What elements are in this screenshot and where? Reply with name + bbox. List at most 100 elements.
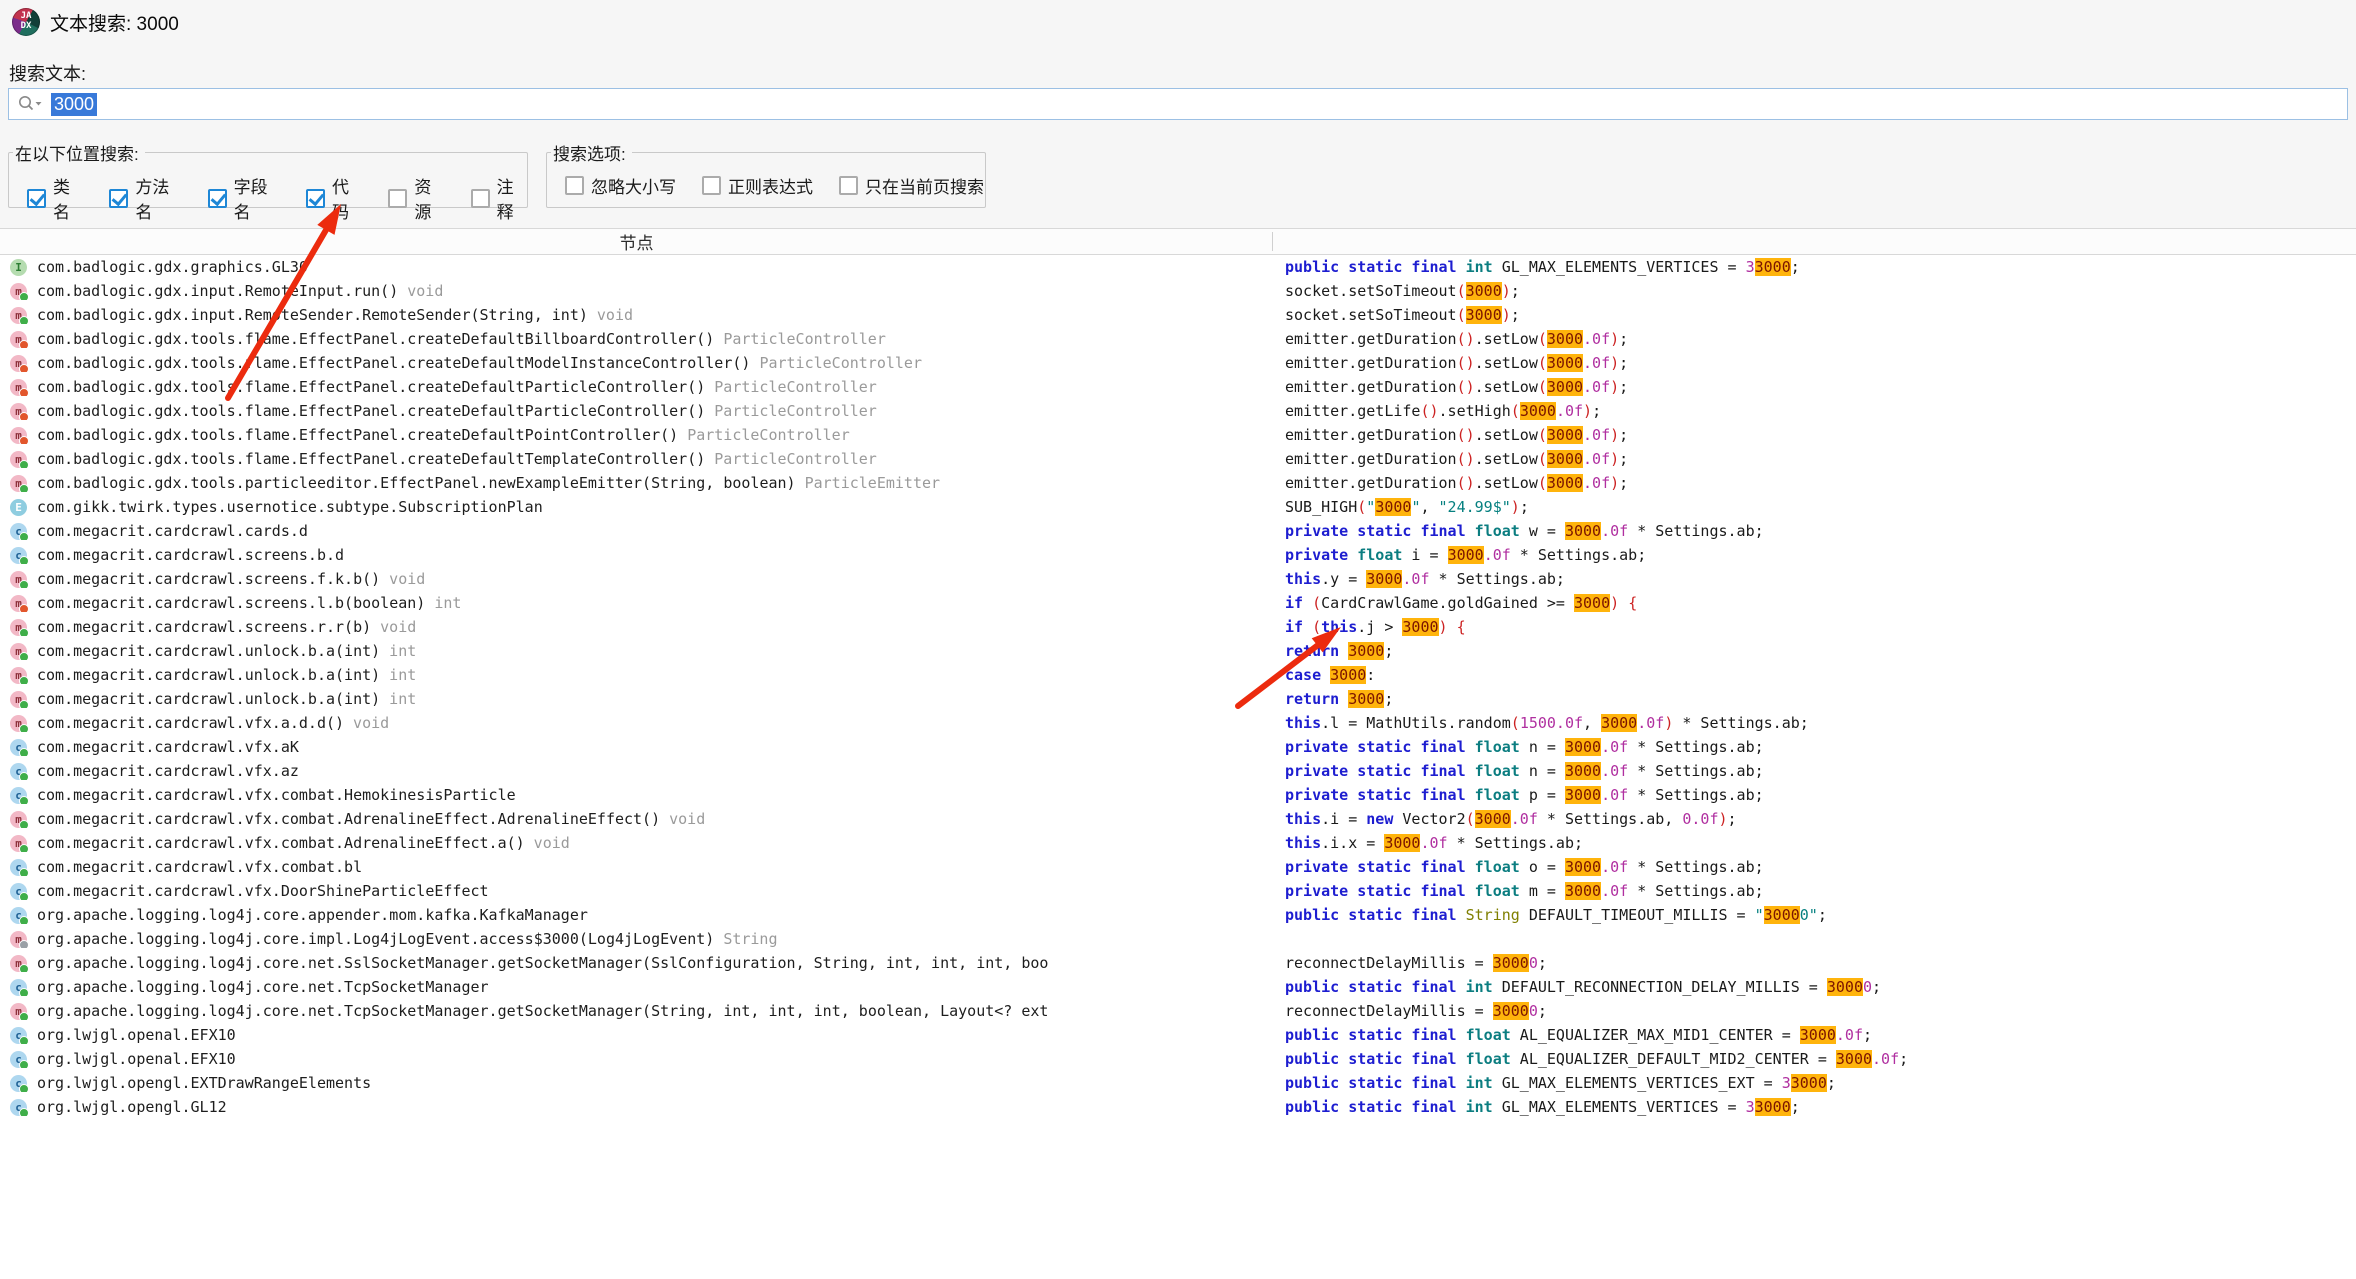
table-row[interactable]: mcom.megacrit.cardcrawl.vfx.combat.Adren… bbox=[0, 831, 2356, 855]
node-cell: corg.lwjgl.openal.EFX10 bbox=[0, 1026, 1273, 1044]
table-row[interactable]: mcom.badlogic.gdx.input.RemoteSender.Rem… bbox=[0, 303, 2356, 327]
visibility-dot-red bbox=[19, 340, 29, 349]
table-row[interactable]: ccom.megacrit.cardcrawl.screens.b.dpriva… bbox=[0, 543, 2356, 567]
table-row[interactable]: ccom.megacrit.cardcrawl.vfx.azprivate st… bbox=[0, 759, 2356, 783]
search-scope-group-title: 在以下位置搜索: bbox=[13, 140, 145, 165]
checkbox-label: 字段名 bbox=[234, 173, 280, 223]
search-dropdown-icon[interactable] bbox=[17, 95, 43, 113]
node-cell: mcom.megacrit.cardcrawl.unlock.b.a(int)i… bbox=[0, 690, 1273, 708]
node-cell: m com.badlogic.gdx.tools.flame.EffectPane… bbox=[0, 426, 1273, 444]
table-row[interactable]: mcom.megacrit.cardcrawl.unlock.b.a(int)i… bbox=[0, 687, 2356, 711]
node-return-type: int bbox=[389, 690, 416, 708]
table-row[interactable]: mcom.badlogic.gdx.tools.flame.EffectPane… bbox=[0, 375, 2356, 399]
table-row[interactable]: mcom.megacrit.cardcrawl.unlock.b.a(int)i… bbox=[0, 663, 2356, 687]
table-row[interactable]: corg.apache.logging.log4j.core.appender.… bbox=[0, 903, 2356, 927]
table-row[interactable]: mcom.badlogic.gdx.tools.flame.EffectPane… bbox=[0, 447, 2356, 471]
method-icon: m bbox=[10, 307, 27, 324]
table-row[interactable]: mcom.megacrit.cardcrawl.unlock.b.a(int)i… bbox=[0, 639, 2356, 663]
code-cell: emitter.getDuration().setLow(3000.0f); bbox=[1285, 450, 2356, 468]
visibility-dot-green bbox=[19, 796, 29, 805]
search-text-label: 搜索文本: bbox=[9, 60, 86, 86]
table-row[interactable]: mcom.badlogic.gdx.tools.particleeditor.E… bbox=[0, 471, 2356, 495]
checkbox-checked[interactable] bbox=[208, 189, 227, 208]
table-row[interactable]: corg.lwjgl.opengl.GL12public static fina… bbox=[0, 1095, 2356, 1119]
node-cell: mcom.badlogic.gdx.tools.flame.EffectPane… bbox=[0, 402, 1273, 420]
node-return-type: void bbox=[389, 570, 425, 588]
node-cell: ccom.megacrit.cardcrawl.cards.d bbox=[0, 522, 1273, 540]
class-icon: c bbox=[10, 1051, 27, 1068]
class-icon: c bbox=[10, 1099, 27, 1116]
table-row[interactable]: ccom.megacrit.cardcrawl.vfx.combat.Hemok… bbox=[0, 783, 2356, 807]
jadx-logo-icon: JA DX bbox=[12, 8, 40, 36]
visibility-dot-green bbox=[19, 316, 29, 325]
code-cell: emitter.getDuration().setLow(3000.0f); bbox=[1285, 426, 2356, 444]
table-row[interactable]: corg.apache.logging.log4j.core.net.TcpSo… bbox=[0, 975, 2356, 999]
method-icon: m bbox=[10, 667, 27, 684]
checkbox-unchecked[interactable] bbox=[565, 176, 584, 195]
checkbox-label: 资源 bbox=[414, 173, 444, 223]
table-row[interactable]: morg.apache.logging.log4j.core.impl.Log4… bbox=[0, 927, 2356, 951]
visibility-dot-red bbox=[19, 388, 29, 397]
node-name: com.badlogic.gdx.tools.flame.EffectPanel… bbox=[37, 426, 678, 444]
table-row[interactable]: m com.badlogic.gdx.tools.flame.EffectPane… bbox=[0, 423, 2356, 447]
checkbox-label: 只在当前页搜索 bbox=[865, 173, 984, 198]
search-options-group: 搜索选项: 忽略大小写正则表达式只在当前页搜索 bbox=[546, 140, 986, 208]
node-cell: corg.lwjgl.opengl.GL12 bbox=[0, 1098, 1273, 1116]
table-row[interactable]: corg.lwjgl.opengl.EXTDrawRangeElementspu… bbox=[0, 1071, 2356, 1095]
node-cell: ccom.megacrit.cardcrawl.vfx.aK bbox=[0, 738, 1273, 756]
table-row[interactable]: Ecom.gikk.twirk.types.usernotice.subtype… bbox=[0, 495, 2356, 519]
checkbox-option: 代码 bbox=[306, 173, 362, 223]
checkbox-label: 类名 bbox=[53, 173, 83, 223]
search-input[interactable]: 3000 bbox=[8, 88, 2348, 120]
checkbox-unchecked[interactable] bbox=[839, 176, 858, 195]
node-name: com.badlogic.gdx.input.RemoteInput.run() bbox=[37, 282, 398, 300]
table-row[interactable]: morg.apache.logging.log4j.core.net.TcpSo… bbox=[0, 999, 2356, 1023]
table-row[interactable]: mcom.badlogic.gdx.tools.flame.EffectPane… bbox=[0, 399, 2356, 423]
table-row[interactable]: mcom.megacrit.cardcrawl.screens.r.r(b)vo… bbox=[0, 615, 2356, 639]
node-name: com.megacrit.cardcrawl.screens.l.b(boole… bbox=[37, 594, 425, 612]
node-name: org.apache.logging.log4j.core.appender.m… bbox=[37, 906, 588, 924]
table-row[interactable]: Icom.badlogic.gdx.graphics.GL30public st… bbox=[0, 255, 2356, 279]
table-row[interactable]: ccom.megacrit.cardcrawl.vfx.aKprivate st… bbox=[0, 735, 2356, 759]
table-row[interactable]: corg.lwjgl.openal.EFX10public static fin… bbox=[0, 1047, 2356, 1071]
checkbox-checked[interactable] bbox=[109, 189, 128, 208]
checkbox-checked[interactable] bbox=[27, 189, 46, 208]
node-name: com.megacrit.cardcrawl.vfx.combat.Adrena… bbox=[37, 834, 525, 852]
search-input-value[interactable]: 3000 bbox=[51, 93, 97, 116]
table-row[interactable]: morg.apache.logging.log4j.core.net.SslSo… bbox=[0, 951, 2356, 975]
table-row[interactable]: ccom.megacrit.cardcrawl.vfx.combat.blpri… bbox=[0, 855, 2356, 879]
node-name: com.megacrit.cardcrawl.vfx.aK bbox=[37, 738, 299, 756]
class-icon: c bbox=[10, 547, 27, 564]
code-cell: this.y = 3000.0f * Settings.ab; bbox=[1285, 570, 2356, 588]
table-row[interactable]: corg.lwjgl.openal.EFX10public static fin… bbox=[0, 1023, 2356, 1047]
node-name: com.megacrit.cardcrawl.vfx.combat.Adrena… bbox=[37, 810, 660, 828]
node-return-type: ParticleController bbox=[723, 330, 886, 348]
table-row[interactable]: mcom.megacrit.cardcrawl.vfx.a.d.d()voidt… bbox=[0, 711, 2356, 735]
table-row[interactable]: ccom.megacrit.cardcrawl.cards.dprivate s… bbox=[0, 519, 2356, 543]
table-row[interactable]: mcom.megacrit.cardcrawl.vfx.combat.Adren… bbox=[0, 807, 2356, 831]
node-cell: mcom.badlogic.gdx.tools.particleeditor.E… bbox=[0, 474, 1273, 492]
method-icon: m bbox=[10, 427, 27, 444]
visibility-dot-green bbox=[19, 820, 29, 829]
checkbox-unchecked[interactable] bbox=[388, 189, 407, 208]
table-row[interactable]: mcom.badlogic.gdx.tools.flame.EffectPane… bbox=[0, 351, 2356, 375]
method-icon: m bbox=[10, 475, 27, 492]
visibility-dot-green bbox=[19, 652, 29, 661]
table-row[interactable]: mcom.badlogic.gdx.tools.flame.EffectPane… bbox=[0, 327, 2356, 351]
node-cell: mcom.badlogic.gdx.tools.flame.EffectPane… bbox=[0, 450, 1273, 468]
window-title: 文本搜索: 3000 bbox=[50, 9, 179, 36]
node-cell: mcom.megacrit.cardcrawl.vfx.combat.Adren… bbox=[0, 834, 1273, 852]
table-row[interactable]: mcom.megacrit.cardcrawl.screens.f.k.b()v… bbox=[0, 567, 2356, 591]
method-icon: m bbox=[10, 331, 27, 348]
checkbox-option: 注释 bbox=[471, 173, 527, 223]
checkbox-checked[interactable] bbox=[306, 189, 325, 208]
table-row[interactable]: mcom.megacrit.cardcrawl.screens.l.b(bool… bbox=[0, 591, 2356, 615]
method-icon: m bbox=[10, 715, 27, 732]
node-return-type: ParticleController bbox=[759, 354, 922, 372]
table-row[interactable]: mcom.badlogic.gdx.input.RemoteInput.run(… bbox=[0, 279, 2356, 303]
checkbox-unchecked[interactable] bbox=[471, 189, 490, 208]
table-row[interactable]: ccom.megacrit.cardcrawl.vfx.DoorShinePar… bbox=[0, 879, 2356, 903]
checkbox-unchecked[interactable] bbox=[702, 176, 721, 195]
class-icon: c bbox=[10, 787, 27, 804]
visibility-dot-red bbox=[19, 604, 29, 613]
